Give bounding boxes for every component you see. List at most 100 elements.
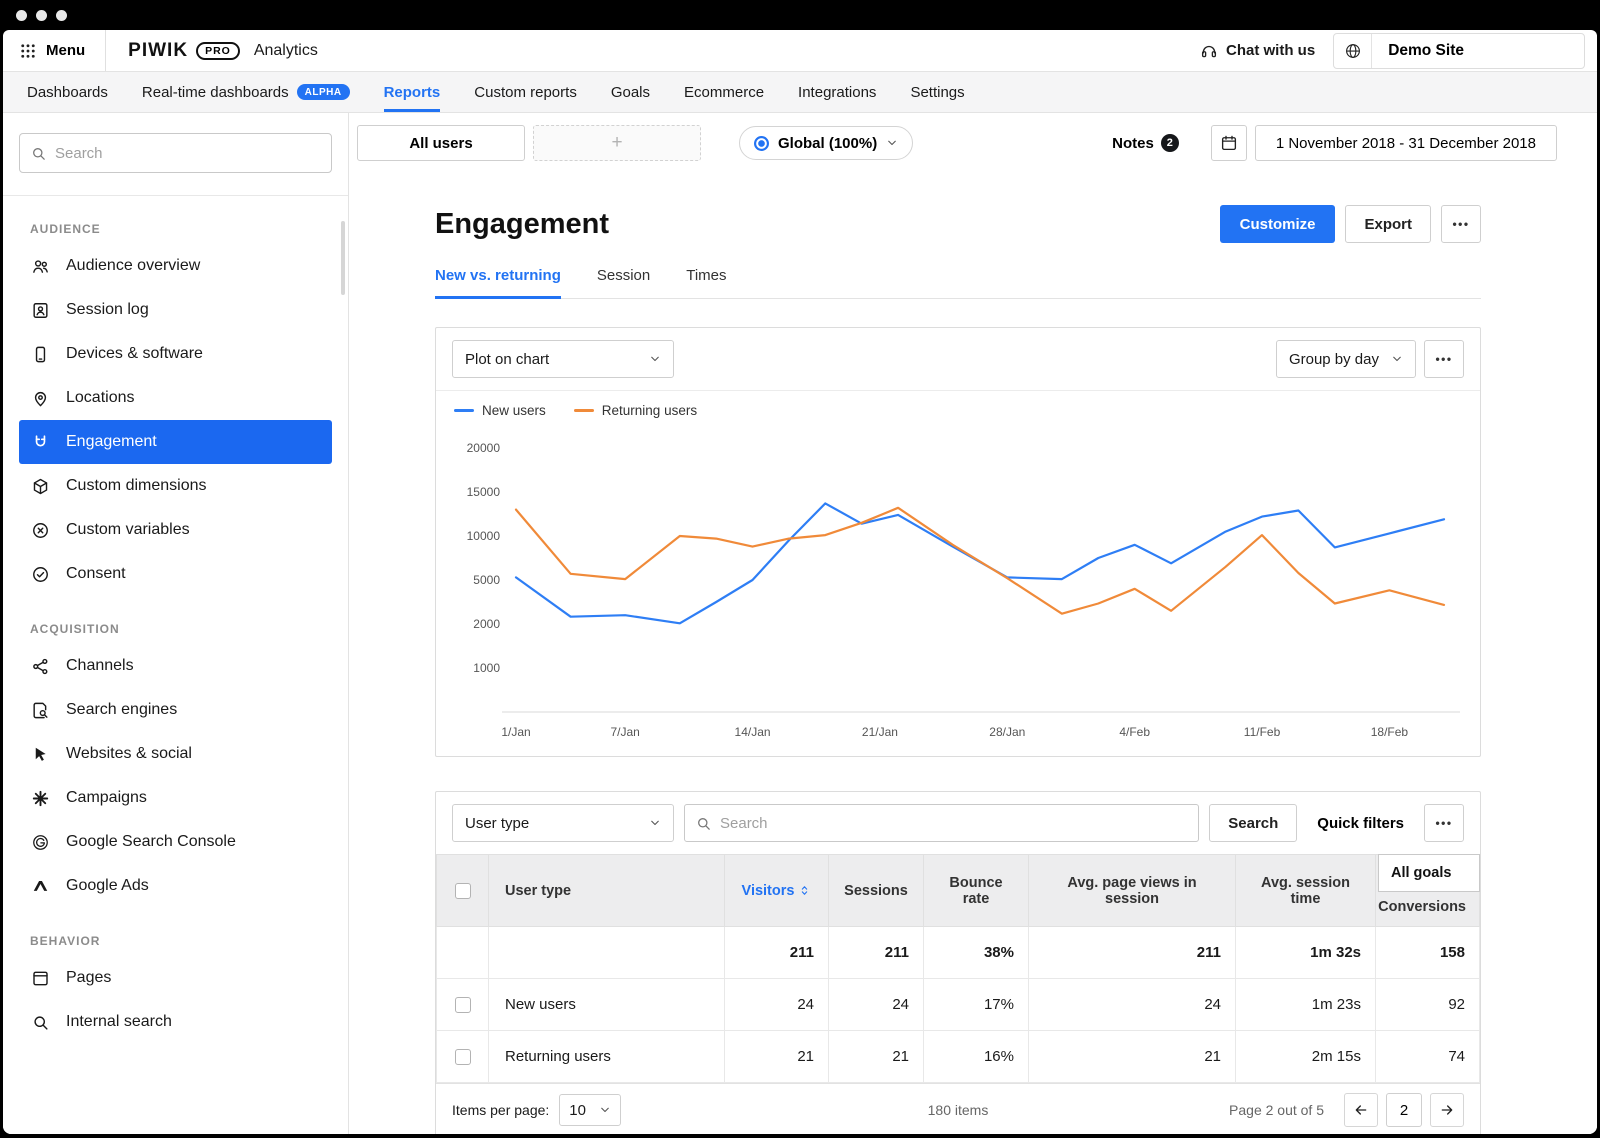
sidebar-item-google-ads[interactable]: Google Ads bbox=[19, 864, 332, 908]
more-options-button[interactable]: ••• bbox=[1441, 205, 1481, 243]
row-checkbox[interactable] bbox=[455, 1049, 471, 1065]
notes-count-badge: 2 bbox=[1161, 134, 1179, 152]
scope-selector[interactable]: Global (100%) bbox=[739, 126, 913, 160]
sidebar-item-locations[interactable]: Locations bbox=[19, 376, 332, 420]
sidebar-item-devices-software[interactable]: Devices & software bbox=[19, 332, 332, 376]
current-page-input[interactable]: 2 bbox=[1386, 1093, 1422, 1127]
nav-item-settings[interactable]: Settings bbox=[910, 72, 964, 112]
legend-item-returning-users[interactable]: Returning users bbox=[574, 403, 697, 418]
table-search-button[interactable]: Search bbox=[1209, 804, 1297, 842]
sidebar-item-label: Session log bbox=[66, 301, 149, 319]
alpha-badge: ALPHA bbox=[297, 84, 350, 100]
brand-logo: PIWIK PRO Analytics bbox=[128, 40, 318, 62]
table-row[interactable]: New users242417%241m 23s92 bbox=[437, 979, 1480, 1031]
sidebar-search[interactable] bbox=[19, 133, 332, 173]
sidebar-item-google-search-console[interactable]: Google Search Console bbox=[19, 820, 332, 864]
calendar-button[interactable] bbox=[1211, 125, 1247, 161]
tab-new-vs-returning[interactable]: New vs. returning bbox=[435, 267, 561, 299]
nav-item-goals[interactable]: Goals bbox=[611, 72, 650, 112]
items-per-page-select[interactable]: 10 bbox=[559, 1094, 621, 1126]
chart-more-button[interactable]: ••• bbox=[1424, 340, 1464, 378]
nav-item-label: Integrations bbox=[798, 84, 876, 101]
circle-x-icon bbox=[31, 521, 50, 540]
next-page-button[interactable] bbox=[1430, 1093, 1464, 1127]
all-users-segment-button[interactable]: All users bbox=[357, 125, 525, 161]
nav-item-custom-reports[interactable]: Custom reports bbox=[474, 72, 577, 112]
group-by-select[interactable]: Group by day bbox=[1276, 340, 1416, 378]
nav-item-label: Goals bbox=[611, 84, 650, 101]
circle-check-icon bbox=[31, 565, 50, 584]
column-header-bounce-rate[interactable]: Bounce rate bbox=[924, 855, 1029, 927]
plot-on-chart-select[interactable]: Plot on chart bbox=[452, 340, 674, 378]
nav-item-real-time-dashboards[interactable]: Real-time dashboardsALPHA bbox=[142, 72, 350, 112]
tab-times[interactable]: Times bbox=[686, 267, 726, 298]
nav-item-ecommerce[interactable]: Ecommerce bbox=[684, 72, 764, 112]
cube-icon bbox=[31, 477, 50, 496]
nav-item-integrations[interactable]: Integrations bbox=[798, 72, 876, 112]
column-header-visitors[interactable]: Visitors bbox=[725, 855, 829, 927]
site-selector[interactable]: Demo Site bbox=[1333, 33, 1585, 69]
sidebar-item-custom-variables[interactable]: Custom variables bbox=[19, 508, 332, 552]
column-header-conversions[interactable]: All goalsConversions bbox=[1376, 855, 1480, 927]
chat-with-us-button[interactable]: Chat with us bbox=[1200, 42, 1315, 60]
sidebar-item-engagement[interactable]: Engagement bbox=[19, 420, 332, 464]
globe-button[interactable] bbox=[1334, 34, 1372, 68]
nav-item-dashboards[interactable]: Dashboards bbox=[27, 72, 108, 112]
calendar-icon bbox=[1220, 134, 1238, 152]
site-name: Demo Site bbox=[1372, 42, 1584, 60]
nav-item-label: Reports bbox=[384, 84, 441, 101]
legend-item-new-users[interactable]: New users bbox=[454, 403, 546, 418]
table-more-button[interactable]: ••• bbox=[1424, 804, 1464, 842]
add-segment-button[interactable]: + bbox=[533, 125, 701, 161]
window-control-dot[interactable] bbox=[16, 10, 27, 21]
sidebar-item-label: Campaigns bbox=[66, 789, 147, 807]
menu-button[interactable]: Menu bbox=[3, 30, 106, 71]
sidebar-search-input[interactable] bbox=[55, 145, 321, 162]
people-icon bbox=[31, 257, 50, 276]
nav-item-reports[interactable]: Reports bbox=[384, 72, 441, 112]
chevron-down-icon bbox=[599, 1104, 611, 1116]
sidebar-item-pages[interactable]: Pages bbox=[19, 956, 332, 1000]
select-all-checkbox[interactable] bbox=[455, 883, 471, 899]
table-row[interactable]: Returning users212116%212m 15s74 bbox=[437, 1031, 1480, 1083]
notes-button[interactable]: Notes 2 bbox=[1112, 134, 1179, 152]
all-goals-select[interactable]: All goals bbox=[1378, 854, 1480, 892]
report-toolbar: All users + Global (100%) Notes 2 bbox=[349, 113, 1597, 161]
menu-label: Menu bbox=[46, 42, 85, 59]
sidebar-item-websites-social[interactable]: Websites & social bbox=[19, 732, 332, 776]
quick-filters-button[interactable]: Quick filters bbox=[1317, 815, 1404, 832]
sidebar-item-session-log[interactable]: Session log bbox=[19, 288, 332, 332]
column-header-sessions[interactable]: Sessions bbox=[829, 855, 924, 927]
date-range-selector[interactable]: 1 November 2018 - 31 December 2018 bbox=[1255, 125, 1557, 161]
table-totals-row: 21121138%2111m 32s158 bbox=[437, 927, 1480, 979]
sidebar-item-internal-search[interactable]: Internal search bbox=[19, 1000, 332, 1044]
cell-user-type: Returning users bbox=[489, 1031, 725, 1083]
sidebar-item-label: Audience overview bbox=[66, 257, 200, 275]
sidebar-item-label: Google Search Console bbox=[66, 833, 236, 851]
window-control-dot[interactable] bbox=[56, 10, 67, 21]
column-header-user-type[interactable]: User type bbox=[489, 855, 725, 927]
sidebar-item-campaigns[interactable]: Campaigns bbox=[19, 776, 332, 820]
share-nodes-icon bbox=[31, 657, 50, 676]
sidebar-item-search-engines[interactable]: Search engines bbox=[19, 688, 332, 732]
sidebar-item-label: Custom dimensions bbox=[66, 477, 207, 495]
chat-label: Chat with us bbox=[1226, 42, 1315, 59]
table-search[interactable] bbox=[684, 804, 1199, 842]
arrow-right-icon bbox=[1439, 1102, 1455, 1118]
export-button[interactable]: Export bbox=[1345, 205, 1431, 243]
prev-page-button[interactable] bbox=[1344, 1093, 1378, 1127]
sidebar-item-audience-overview[interactable]: Audience overview bbox=[19, 244, 332, 288]
row-checkbox[interactable] bbox=[455, 997, 471, 1013]
menu-grid-icon bbox=[19, 42, 37, 60]
table-search-input[interactable] bbox=[720, 815, 1188, 832]
sidebar-item-consent[interactable]: Consent bbox=[19, 552, 332, 596]
column-header-avg-page-views-in-session[interactable]: Avg. page views in session bbox=[1029, 855, 1236, 927]
customize-button[interactable]: Customize bbox=[1220, 205, 1336, 243]
sidebar-item-channels[interactable]: Channels bbox=[19, 644, 332, 688]
tab-session[interactable]: Session bbox=[597, 267, 650, 298]
user-type-select[interactable]: User type bbox=[452, 804, 674, 842]
column-header-avg-session-time[interactable]: Avg. session time bbox=[1236, 855, 1376, 927]
sidebar-item-custom-dimensions[interactable]: Custom dimensions bbox=[19, 464, 332, 508]
window-control-dot[interactable] bbox=[36, 10, 47, 21]
totals-cell-visitors: 211 bbox=[725, 927, 829, 979]
